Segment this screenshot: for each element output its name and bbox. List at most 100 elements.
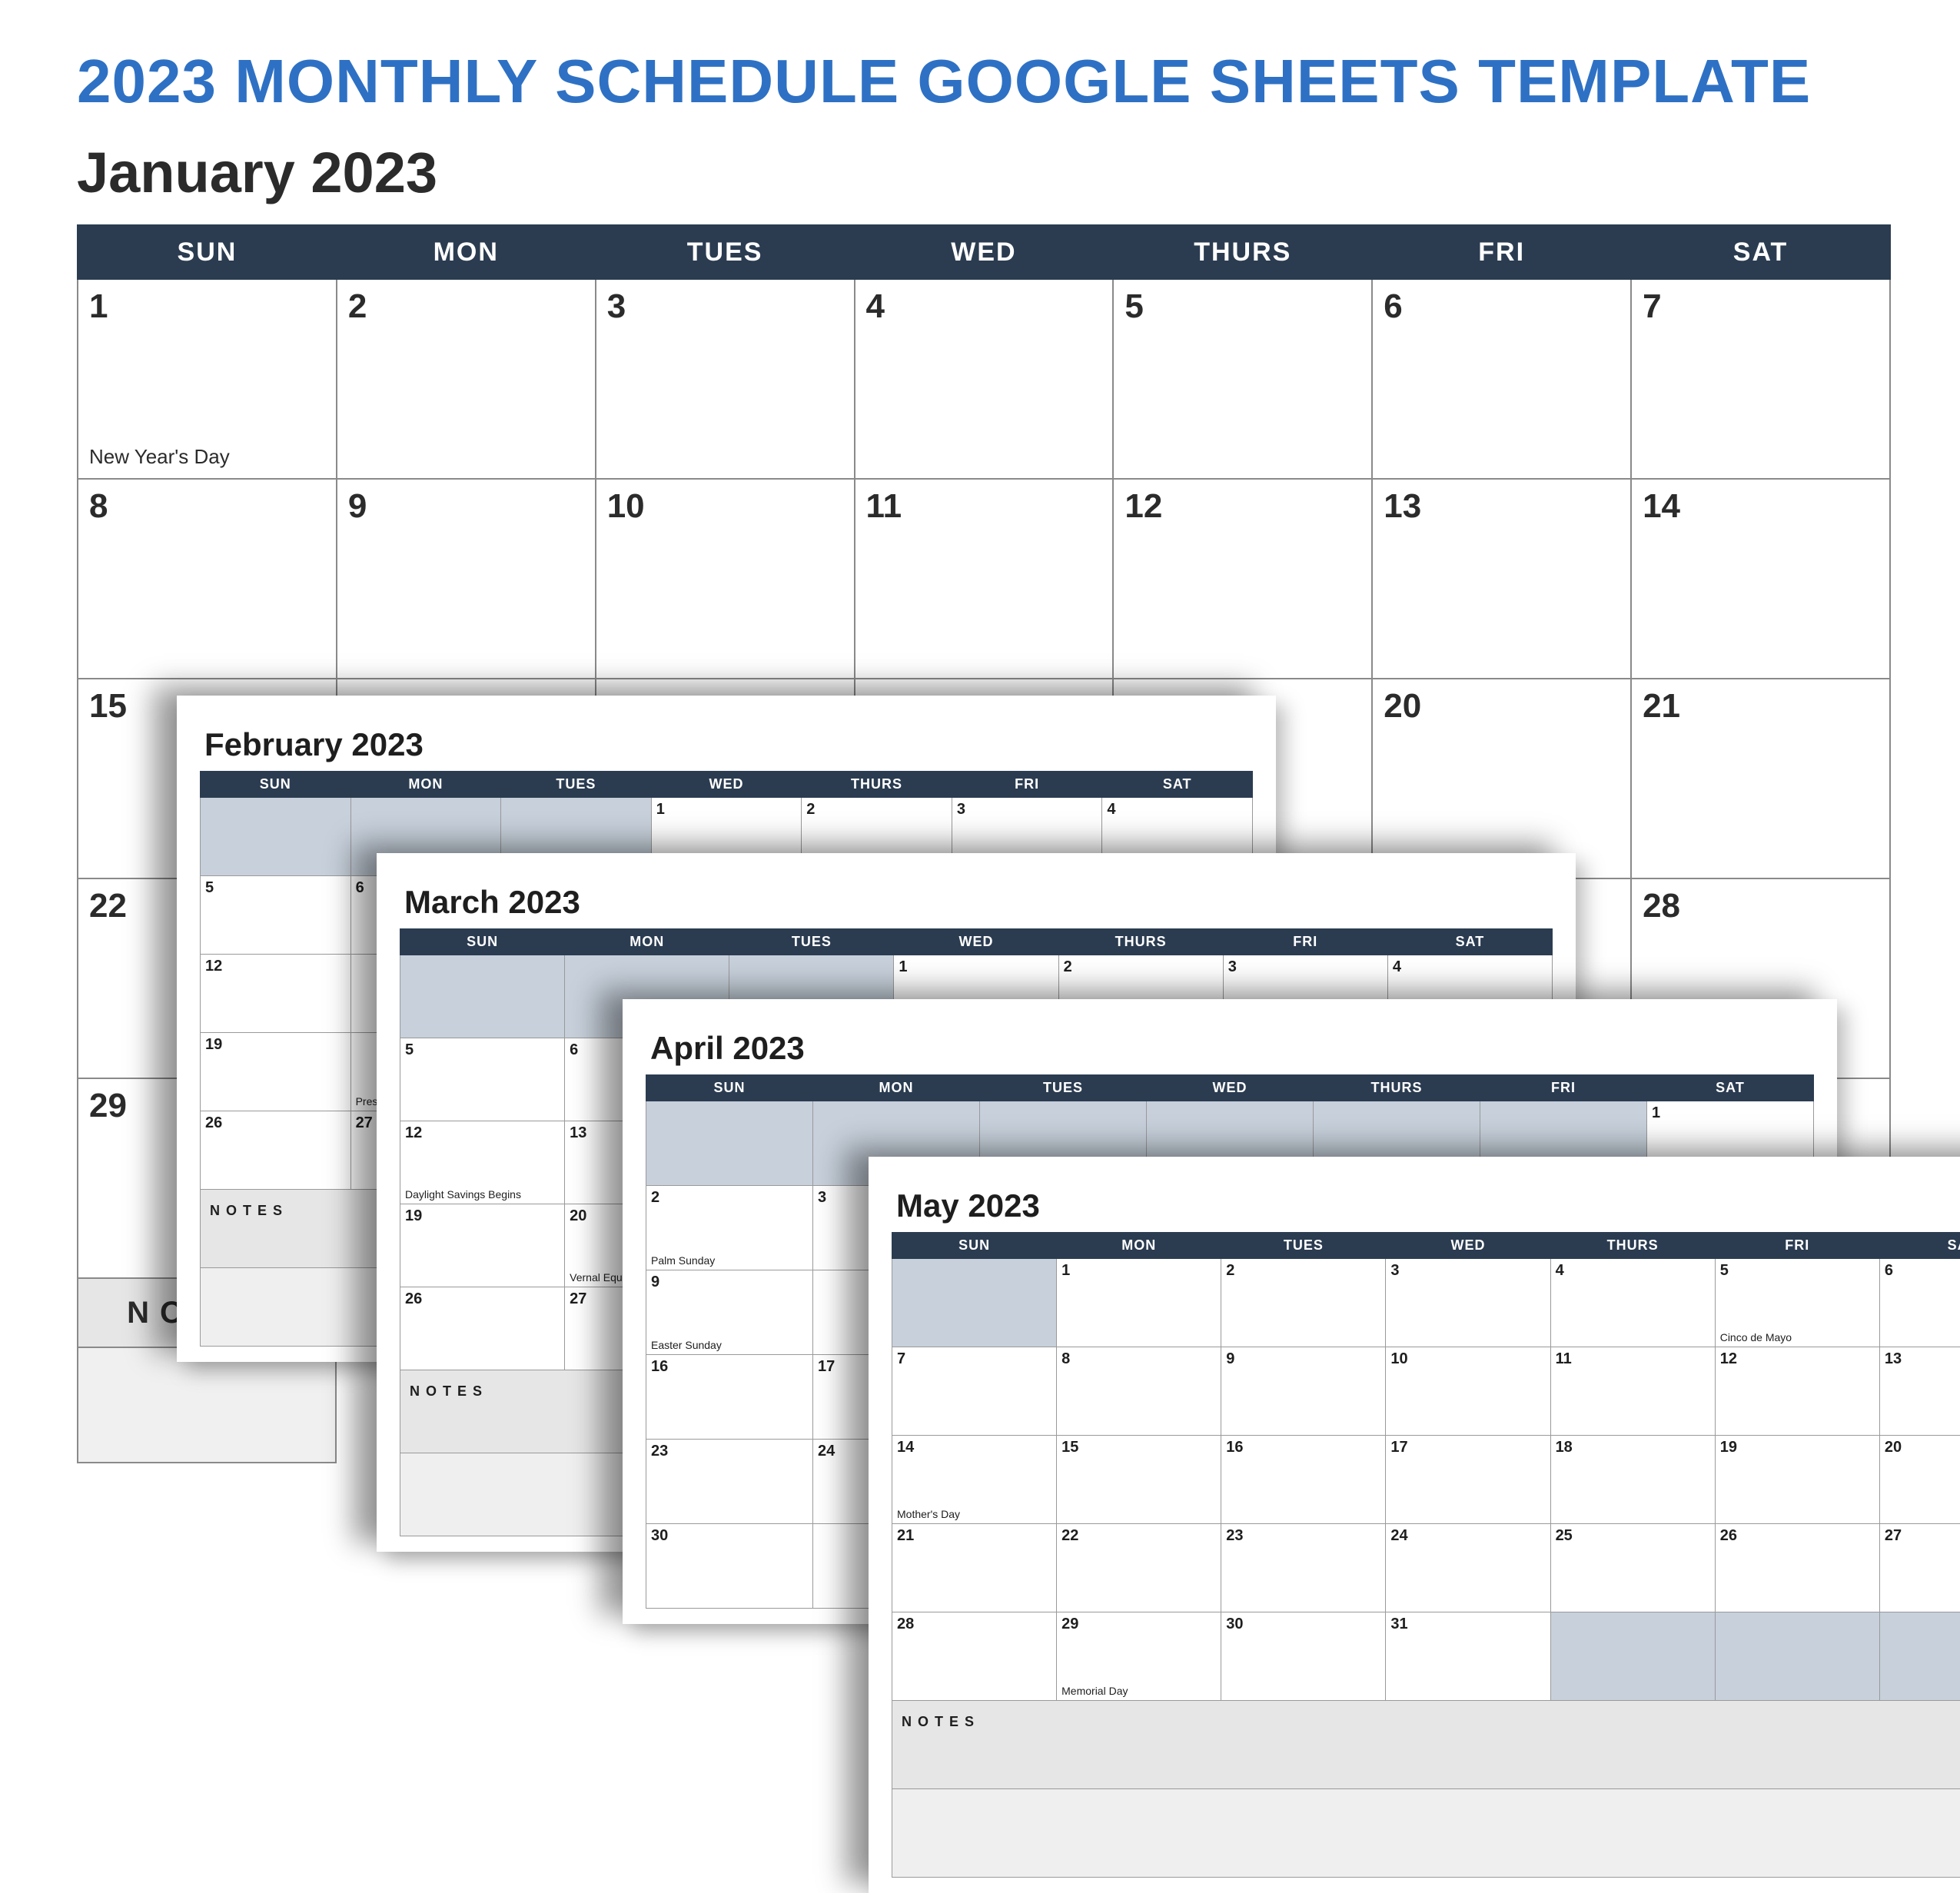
- calendar-cell[interactable]: 1New Year's Day: [78, 279, 337, 479]
- january-notes-body[interactable]: [77, 1348, 337, 1463]
- calendar-cell[interactable]: 19: [400, 1204, 565, 1287]
- calendar-cell[interactable]: 19: [201, 1033, 351, 1111]
- calendar-cell[interactable]: 18: [1550, 1436, 1715, 1524]
- calendar-cell[interactable]: 16: [646, 1355, 813, 1440]
- calendar-cell[interactable]: 6: [1879, 1259, 1960, 1347]
- day-number: 7: [1643, 287, 1661, 325]
- calendar-cell[interactable]: 19: [1715, 1436, 1879, 1524]
- day-number: 11: [866, 487, 902, 525]
- calendar-cell[interactable]: 6: [1372, 279, 1631, 479]
- day-header: WED: [651, 772, 802, 798]
- calendar-cell[interactable]: 16: [1221, 1436, 1386, 1524]
- calendar-cell[interactable]: 11: [855, 479, 1114, 679]
- calendar-cell[interactable]: 10: [1386, 1347, 1550, 1436]
- day-header: FRI: [1223, 929, 1387, 955]
- calendar-cell[interactable]: 25: [1550, 1524, 1715, 1612]
- calendar-cell[interactable]: 12: [201, 955, 351, 1033]
- calendar-cell[interactable]: 3: [596, 279, 855, 479]
- calendar-cell[interactable]: 9: [337, 479, 596, 679]
- day-header: SAT: [1631, 225, 1890, 279]
- day-header: TUES: [729, 929, 894, 955]
- day-header: THURS: [1314, 1075, 1480, 1101]
- calendar-cell[interactable]: 24: [1386, 1524, 1550, 1612]
- event-label: Easter Sunday: [651, 1339, 722, 1351]
- day-header: FRI: [952, 772, 1102, 798]
- calendar-cell[interactable]: 14: [1631, 479, 1890, 679]
- calendar-cell[interactable]: [646, 1101, 813, 1186]
- calendar-cell[interactable]: [892, 1259, 1057, 1347]
- calendar-cell[interactable]: 4: [855, 279, 1114, 479]
- calendar-cell[interactable]: 7: [1631, 279, 1890, 479]
- calendar-cell[interactable]: 5Cinco de Mayo: [1715, 1259, 1879, 1347]
- calendar-cell[interactable]: 29Memorial Day: [1057, 1612, 1221, 1701]
- calendar-cell[interactable]: 23: [646, 1440, 813, 1524]
- notes-label: NOTES: [892, 1701, 1960, 1789]
- day-number: 13: [1384, 487, 1421, 525]
- april-month-title: April 2023: [650, 1030, 1814, 1067]
- calendar-cell[interactable]: 21: [1631, 679, 1890, 878]
- event-label: Memorial Day: [1061, 1685, 1128, 1697]
- calendar-cell[interactable]: 13: [1879, 1347, 1960, 1436]
- calendar-cell[interactable]: 21: [892, 1524, 1057, 1612]
- notes-body[interactable]: [892, 1789, 1960, 1878]
- day-number: 29: [89, 1087, 127, 1124]
- calendar-cell[interactable]: [1715, 1612, 1879, 1701]
- day-header: FRI: [1480, 1075, 1647, 1101]
- calendar-cell[interactable]: 28: [892, 1612, 1057, 1701]
- day-number: 5: [1125, 287, 1143, 325]
- day-header: THURS: [1113, 225, 1372, 279]
- day-header: THURS: [1058, 929, 1223, 955]
- calendar-cell[interactable]: 31: [1386, 1612, 1550, 1701]
- calendar-cell[interactable]: [201, 798, 351, 876]
- calendar-cell[interactable]: 13: [1372, 479, 1631, 679]
- calendar-cell[interactable]: 15: [1057, 1436, 1221, 1524]
- calendar-cell[interactable]: 23: [1221, 1524, 1386, 1612]
- calendar-cell[interactable]: 12: [1715, 1347, 1879, 1436]
- calendar-cell[interactable]: 27: [1879, 1524, 1960, 1612]
- calendar-cell[interactable]: 2: [337, 279, 596, 479]
- calendar-cell[interactable]: 5: [1113, 279, 1372, 479]
- calendar-cell[interactable]: 2: [1221, 1259, 1386, 1347]
- day-number: 22: [89, 887, 127, 925]
- calendar-cell[interactable]: 26: [201, 1111, 351, 1190]
- calendar-cell[interactable]: 8: [1057, 1347, 1221, 1436]
- calendar-cell[interactable]: 30: [646, 1524, 813, 1609]
- january-month-title: January 2023: [77, 140, 1899, 205]
- calendar-cell[interactable]: 26: [400, 1287, 565, 1370]
- calendar-cell[interactable]: 2Palm Sunday: [646, 1186, 813, 1270]
- day-header: FRI: [1715, 1233, 1879, 1259]
- calendar-cell[interactable]: 9Easter Sunday: [646, 1270, 813, 1355]
- calendar-cell[interactable]: 20: [1879, 1436, 1960, 1524]
- calendar-cell[interactable]: 4: [1550, 1259, 1715, 1347]
- calendar-cell[interactable]: 1: [1057, 1259, 1221, 1347]
- calendar-cell[interactable]: 7: [892, 1347, 1057, 1436]
- calendar-cell[interactable]: 17: [1386, 1436, 1550, 1524]
- calendar-cell[interactable]: 26: [1715, 1524, 1879, 1612]
- day-header: SAT: [1647, 1075, 1814, 1101]
- calendar-cell[interactable]: [1879, 1612, 1960, 1701]
- calendar-cell[interactable]: 11: [1550, 1347, 1715, 1436]
- calendar-cell[interactable]: 12: [1113, 479, 1372, 679]
- calendar-cell[interactable]: 10: [596, 479, 855, 679]
- day-header: SAT: [1879, 1233, 1960, 1259]
- calendar-cell[interactable]: [1550, 1612, 1715, 1701]
- calendar-cell[interactable]: 8: [78, 479, 337, 679]
- calendar-cell[interactable]: 3: [1386, 1259, 1550, 1347]
- day-number: 14: [1643, 487, 1680, 525]
- calendar-cell[interactable]: [400, 955, 565, 1038]
- day-header: SUN: [201, 772, 351, 798]
- calendar-cell[interactable]: 20: [1372, 679, 1631, 878]
- calendar-cell[interactable]: 22: [1057, 1524, 1221, 1612]
- day-header: WED: [855, 225, 1114, 279]
- calendar-cell[interactable]: 5: [201, 876, 351, 955]
- day-header: SUN: [78, 225, 337, 279]
- may-month-title: May 2023: [896, 1187, 1960, 1224]
- event-label: Daylight Savings Begins: [405, 1188, 521, 1201]
- calendar-cell[interactable]: 30: [1221, 1612, 1386, 1701]
- march-month-title: March 2023: [404, 884, 1553, 921]
- day-number: 10: [607, 487, 645, 525]
- calendar-cell[interactable]: 5: [400, 1038, 565, 1121]
- calendar-cell[interactable]: 14Mother's Day: [892, 1436, 1057, 1524]
- calendar-cell[interactable]: 9: [1221, 1347, 1386, 1436]
- calendar-cell[interactable]: 12Daylight Savings Begins: [400, 1121, 565, 1204]
